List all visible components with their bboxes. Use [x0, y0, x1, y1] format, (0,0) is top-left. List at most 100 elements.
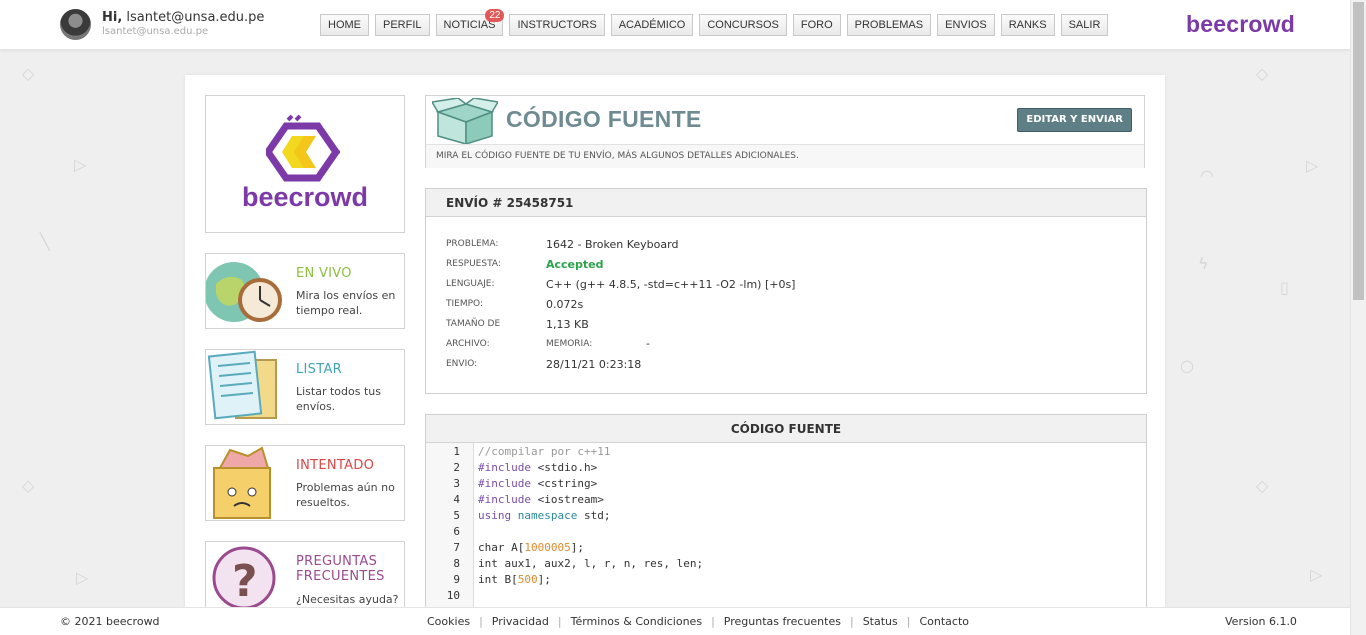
page-subtitle: MIRA EL CÓDIGO FUENTE DE TU ENVÍO, MÁS A…	[426, 144, 1144, 168]
answer-value: Accepted	[546, 258, 604, 271]
deco-bolt-icon: ϟ	[1198, 254, 1209, 273]
line-number: 9	[453, 573, 460, 586]
footer-link-preguntas[interactable]: Preguntas frecuentes	[724, 615, 841, 628]
line-number: 7	[453, 541, 460, 554]
greeting-label: Hi,	[102, 10, 123, 25]
code-line: int B[500];	[478, 573, 551, 586]
user-greeting: Hi, lsantet@unsa.edu.pe	[102, 10, 264, 25]
footer-link-terminos[interactable]: Términos & Condiciones	[571, 615, 702, 628]
deco-triangle-icon: ▷	[74, 155, 87, 174]
sent-value: 28/11/21 0:23:18	[546, 358, 642, 371]
deco-triangle-icon: ▷	[76, 568, 89, 587]
nav-home-button[interactable]: HOME	[320, 14, 369, 36]
answer-label: RESPUESTA:	[446, 259, 501, 269]
nav-instructors-button[interactable]: INSTRUCTORS	[509, 14, 605, 36]
code-line: int aux1, aux2, l, r, n, res, len;	[478, 557, 704, 570]
page-scrollbar[interactable]	[1350, 0, 1366, 635]
footer-link-status[interactable]: Status	[863, 615, 898, 628]
page-header-panel: CÓDIGO FUENTE EDITAR Y ENVIAR MIRA EL CÓ…	[425, 95, 1145, 168]
line-number: 10	[446, 589, 460, 602]
brand-logo[interactable]: beecrowd	[1186, 11, 1295, 38]
card-title-listar: LISTAR	[296, 362, 342, 377]
problem-value[interactable]: 1642 - Broken Keyboard	[546, 238, 678, 251]
card-title-intentado: INTENTADO	[296, 458, 375, 473]
nav-foro-button[interactable]: FORO	[792, 14, 841, 36]
code-line: #include <cstring>	[478, 477, 598, 490]
copyright-text: © 2021 beecrowd	[60, 615, 160, 628]
user-sub: lsantet@unsa.edu.pe	[102, 26, 209, 37]
scroll-thumb[interactable]	[1353, 2, 1364, 300]
card-desc-listar: Listar todos tus envíos.	[296, 385, 381, 413]
deco-diamond-icon: ◇	[22, 476, 35, 495]
card-desc-intentado: Problemas aún no resueltos.	[296, 481, 395, 509]
sidebar-logo[interactable]: beecrowd	[205, 95, 405, 233]
nav-concursos-button[interactable]: CONCURSOS	[699, 14, 787, 36]
deco-triangle-icon: ▷	[1306, 156, 1319, 175]
nav-academico-button[interactable]: ACADÉMICO	[610, 14, 694, 36]
nav-ranks-button[interactable]: RANKS	[1000, 14, 1055, 36]
sidebar-card-en-vivo[interactable]: EN VIVO Mira los envíos en tiempo real.	[205, 253, 405, 329]
deco-circle-icon: ○	[1180, 356, 1194, 375]
line-number: 5	[453, 509, 460, 522]
source-code-heading: CÓDIGO FUENTE	[426, 415, 1146, 443]
deco-line-icon: ╲	[40, 232, 50, 251]
card-desc-preguntas: ¿Necesitas ayuda?	[296, 593, 399, 606]
code-line: using namespace std;	[478, 509, 611, 522]
file-label: ARCHIVO:	[446, 339, 490, 349]
footer: © 2021 beecrowd Cookies | Privacidad | Tér…	[0, 607, 1350, 635]
source-code-panel: CÓDIGO FUENTE 1 2 3 4 5 6 7 8 9 10 //com…	[425, 414, 1147, 615]
avatar[interactable]	[60, 9, 91, 40]
nav-salir-button[interactable]: SALIR	[1060, 14, 1109, 36]
sidebar-card-intentado[interactable]: INTENTADO Problemas aún no resueltos.	[205, 445, 405, 521]
time-value: 0.072s	[546, 298, 584, 311]
edit-and-submit-button[interactable]: EDITAR Y ENVIAR	[1017, 108, 1132, 132]
footer-links: Cookies | Privacidad | Términos & Condicio…	[427, 615, 969, 628]
nav-problemas-button[interactable]: PROBLEMAS	[846, 14, 932, 36]
beecrowd-hex-icon	[266, 114, 340, 182]
user-email: lsantet@unsa.edu.pe	[126, 10, 265, 25]
top-bar: Hi, lsantet@unsa.edu.pe lsantet@unsa.edu…	[0, 0, 1350, 50]
code-line: char A[1000005];	[478, 541, 584, 554]
question-mark-icon: ?	[212, 546, 276, 610]
footer-link-cookies[interactable]: Cookies	[427, 615, 470, 628]
time-label: TIEMPO:	[446, 299, 483, 309]
code-line: #include <stdio.h>	[478, 461, 598, 474]
memory-value: -	[646, 337, 650, 350]
line-number-gutter: 1 2 3 4 5 6 7 8 9 10	[426, 443, 474, 615]
globe-clock-icon	[206, 262, 282, 322]
problem-label: PROBLEMA:	[446, 239, 499, 249]
submission-panel: ENVÍO # 25458751 PROBLEMA: 1642 - Broken…	[425, 188, 1147, 394]
language-value: C++ (g++ 4.8.5, -std=c++11 -O2 -lm) [+0s…	[546, 278, 796, 291]
card-desc-en-vivo: Mira los envíos en tiempo real.	[296, 289, 396, 317]
page-title: CÓDIGO FUENTE	[506, 106, 702, 132]
main-container: beecrowd EN VIVO Mira los envíos en tiem…	[185, 75, 1165, 621]
deco-diamond-icon: ◇	[1256, 64, 1269, 83]
code-line: //compilar por c++11	[478, 445, 611, 458]
sent-label: ENVIO:	[446, 359, 478, 369]
version-text: Version 6.1.0	[1225, 615, 1297, 628]
nav-noticias-button[interactable]: NOTICIAS 22	[435, 9, 505, 36]
footer-link-contacto[interactable]: Contacto	[919, 615, 969, 628]
deco-diamond-icon: ◇	[22, 64, 35, 83]
deco-triangle-icon: ▷	[1310, 565, 1323, 584]
line-number: 6	[453, 525, 460, 538]
code-line: #include <iostream>	[478, 493, 604, 506]
noticias-badge: 22	[485, 9, 505, 22]
deco-arc-icon: ◠	[1200, 166, 1214, 185]
line-number: 3	[453, 477, 460, 490]
sidebar-card-listar[interactable]: LISTAR Listar todos tus envíos.	[205, 349, 405, 425]
nav-envios-button[interactable]: ENVIOS	[937, 14, 995, 36]
line-number: 1	[453, 445, 460, 458]
svg-text:?: ?	[232, 556, 258, 607]
size-value: 1,13 KB	[546, 318, 589, 331]
main-nav: HOME PERFIL NOTICIAS 22 INSTRUCTORS ACADÉ…	[320, 9, 1109, 36]
card-title-preguntas: PREGUNTAS FRECUENTES	[296, 554, 385, 584]
footer-link-privacidad[interactable]: Privacidad	[492, 615, 549, 628]
size-label: TAMAÑO DE	[446, 319, 501, 329]
document-list-icon	[207, 350, 277, 420]
line-number: 8	[453, 557, 460, 570]
deco-bar-icon: ▯	[1280, 278, 1289, 297]
memory-label: MEMORIA:	[546, 339, 593, 349]
nav-perfil-button[interactable]: PERFIL	[375, 14, 430, 36]
angry-box-icon	[213, 446, 271, 519]
